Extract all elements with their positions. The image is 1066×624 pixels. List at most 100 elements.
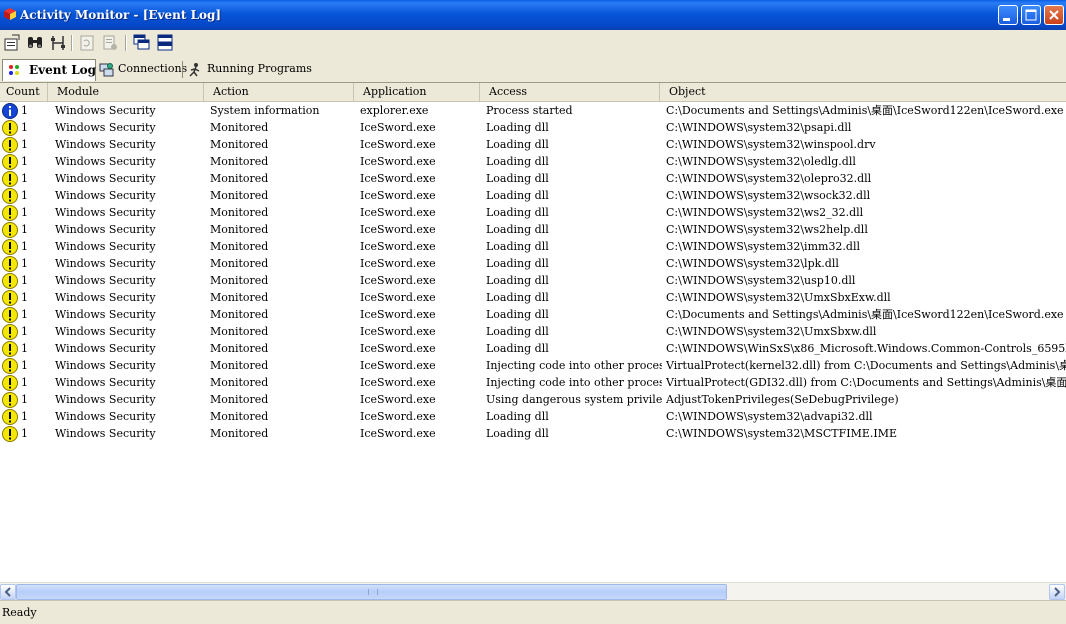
table-row[interactable]: 1 Windows Security Monitored IceSword.exe Lo…: [0, 238, 1066, 255]
cell-count: 1: [21, 342, 28, 355]
cell-application: IceSword.exe: [360, 274, 436, 287]
cell-access: Loading dll: [486, 274, 549, 287]
toolbar-separator: [71, 35, 73, 51]
cell-action: Monitored: [210, 427, 269, 440]
scroll-right-button[interactable]: [1049, 584, 1065, 600]
column-header-application[interactable]: Application: [354, 83, 480, 101]
cell-object: C:\WINDOWS\system32\imm32.dll: [666, 240, 861, 253]
cell-module: Windows Security: [55, 376, 156, 389]
cell-count: 1: [21, 274, 28, 287]
table-row[interactable]: 1 Windows Security Monitored IceSword.exe Lo…: [0, 425, 1066, 442]
column-header-count[interactable]: Count: [0, 83, 48, 101]
clear-log-button[interactable]: [101, 34, 119, 52]
close-button[interactable]: [1044, 5, 1064, 25]
scroll-left-button[interactable]: [0, 584, 16, 600]
refresh-icon: [80, 35, 94, 51]
cell-count: 1: [21, 393, 28, 406]
info-icon: [2, 103, 18, 119]
cell-action: Monitored: [210, 189, 269, 202]
cell-module: Windows Security: [55, 257, 156, 270]
column-header-access[interactable]: Access: [480, 83, 660, 101]
filter-icon: [51, 36, 65, 50]
table-row[interactable]: 1 Windows Security Monitored IceSword.exe Us…: [0, 391, 1066, 408]
cascade-button[interactable]: [133, 34, 151, 52]
warning-icon: [2, 409, 18, 425]
cell-module: Windows Security: [55, 189, 156, 202]
column-header-module[interactable]: Module: [48, 83, 204, 101]
activity-monitor-app-icon[interactable]: [3, 7, 17, 21]
cell-application: IceSword.exe: [360, 138, 436, 151]
cell-count: 1: [21, 223, 28, 236]
properties-button[interactable]: [3, 34, 21, 52]
chevron-left-icon: [4, 587, 11, 597]
cell-access: Loading dll: [486, 291, 549, 304]
chevron-right-icon: [1054, 587, 1061, 597]
cell-action: Monitored: [210, 121, 269, 134]
tab-connections[interactable]: Connections: [97, 59, 187, 80]
column-header-action[interactable]: Action: [204, 83, 354, 101]
table-row[interactable]: 1 Windows Security Monitored IceSword.exe Lo…: [0, 272, 1066, 289]
cell-object: C:\WINDOWS\system32\ws2_32.dll: [666, 206, 864, 219]
table-row[interactable]: 1 Windows Security Monitored IceSword.exe Lo…: [0, 204, 1066, 221]
cell-count: 1: [21, 172, 28, 185]
warning-icon: [2, 205, 18, 221]
cell-access: Loading dll: [486, 427, 549, 440]
tab-running-programs[interactable]: Running Programs: [185, 59, 312, 80]
filter-button[interactable]: [49, 34, 67, 52]
cell-action: Monitored: [210, 172, 269, 185]
scroll-thumb[interactable]: [16, 584, 727, 600]
cell-action: Monitored: [210, 206, 269, 219]
cell-object: C:\WINDOWS\system32\usp10.dll: [666, 274, 856, 287]
cell-module: Windows Security: [55, 155, 156, 168]
cell-module: Windows Security: [55, 172, 156, 185]
table-row[interactable]: 1 Windows Security Monitored IceSword.exe Lo…: [0, 408, 1066, 425]
cell-count: 1: [21, 291, 28, 304]
table-row[interactable]: 1 Windows Security Monitored IceSword.exe Lo…: [0, 289, 1066, 306]
cell-module: Windows Security: [55, 393, 156, 406]
cell-action: System information: [210, 104, 320, 117]
title-bar[interactable]: Activity Monitor - [Event Log]: [0, 0, 1066, 30]
status-bar: Ready: [0, 600, 1066, 624]
table-row[interactable]: 1 Windows Security Monitored IceSword.exe Lo…: [0, 170, 1066, 187]
warning-icon: [2, 392, 18, 408]
find-button[interactable]: [26, 34, 44, 52]
column-header-object[interactable]: Object: [660, 83, 1066, 101]
cell-object: C:\WINDOWS\system32\winspool.drv: [666, 138, 876, 151]
warning-icon: [2, 256, 18, 272]
table-row[interactable]: 1 Windows Security Monitored IceSword.exe Lo…: [0, 255, 1066, 272]
toolbar: [0, 30, 1066, 58]
cell-module: Windows Security: [55, 104, 156, 117]
cell-module: Windows Security: [55, 325, 156, 338]
cell-application: IceSword.exe: [360, 393, 436, 406]
tab-event-log[interactable]: Event Log: [2, 59, 96, 81]
table-row[interactable]: 1 Windows Security Monitored IceSword.exe Lo…: [0, 153, 1066, 170]
horizontal-scrollbar[interactable]: [0, 582, 1066, 600]
table-row[interactable]: 1 Windows Security Monitored IceSword.exe Lo…: [0, 306, 1066, 323]
warning-icon: [2, 222, 18, 238]
tab-label: Running Programs: [207, 62, 312, 75]
cell-access: Loading dll: [486, 410, 549, 423]
refresh-button[interactable]: [78, 34, 96, 52]
cascade-windows-icon: [133, 34, 150, 50]
cell-access: Loading dll: [486, 121, 549, 134]
table-row[interactable]: 1 Windows Security Monitored IceSword.exe Lo…: [0, 340, 1066, 357]
window-title: Activity Monitor - [Event Log]: [20, 8, 222, 22]
table-row[interactable]: 1 Windows Security Monitored IceSword.exe Lo…: [0, 221, 1066, 238]
event-list[interactable]: 1 Windows Security System information explo…: [0, 102, 1066, 582]
table-row[interactable]: 1 Windows Security Monitored IceSword.exe Lo…: [0, 323, 1066, 340]
cell-count: 1: [21, 427, 28, 440]
table-row[interactable]: 1 Windows Security Monitored IceSword.exe Lo…: [0, 187, 1066, 204]
cell-object: C:\WINDOWS\WinSxS\x86_Microsoft.Windows.…: [666, 342, 1066, 355]
table-row[interactable]: 1 Windows Security System information explo…: [0, 102, 1066, 119]
tile-button[interactable]: [156, 34, 174, 52]
table-row[interactable]: 1 Windows Security Monitored IceSword.exe Lo…: [0, 119, 1066, 136]
maximize-button[interactable]: [1021, 5, 1041, 25]
cell-access: Loading dll: [486, 308, 549, 321]
table-row[interactable]: 1 Windows Security Monitored IceSword.exe Lo…: [0, 136, 1066, 153]
table-row[interactable]: 1 Windows Security Monitored IceSword.exe In…: [0, 357, 1066, 374]
cell-application: IceSword.exe: [360, 155, 436, 168]
cell-module: Windows Security: [55, 410, 156, 423]
minimize-button[interactable]: [998, 5, 1018, 25]
maximize-icon: [1025, 9, 1037, 21]
table-row[interactable]: 1 Windows Security Monitored IceSword.exe In…: [0, 374, 1066, 391]
